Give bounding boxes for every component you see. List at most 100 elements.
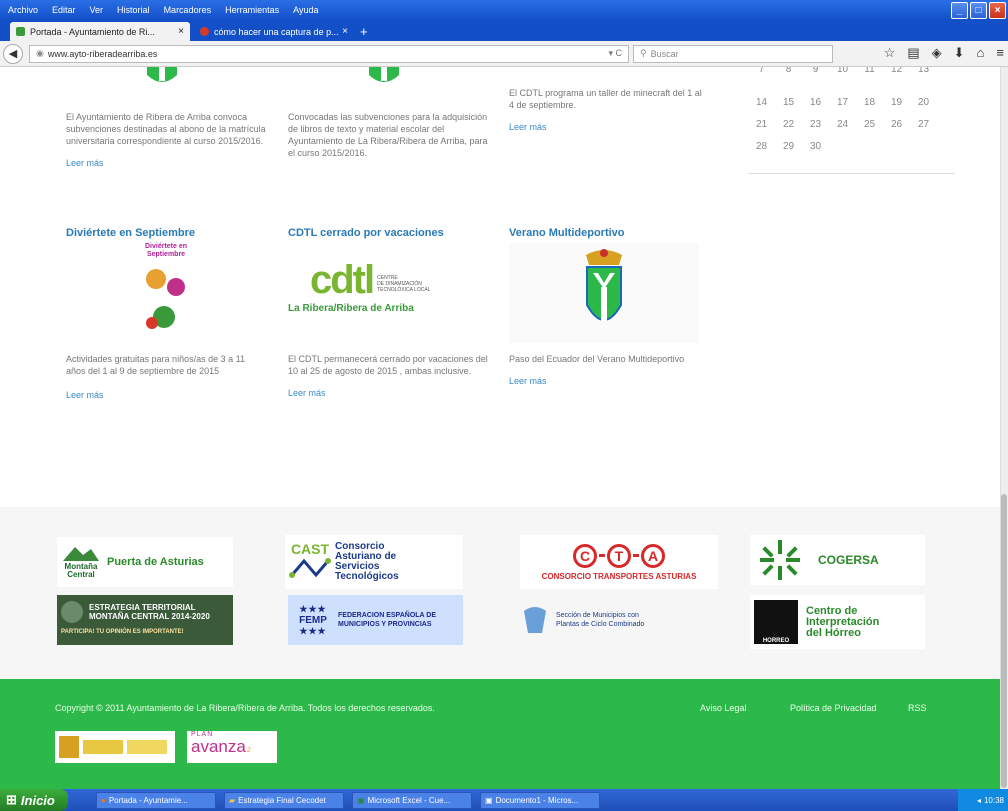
task-excel[interactable]: ▣ Microsoft Excel - Cue... bbox=[352, 791, 472, 809]
volume-icon[interactable]: ◂ bbox=[977, 796, 981, 805]
task-label: Estrategia Final Cecodet bbox=[238, 795, 326, 805]
calendar-day[interactable]: 29 bbox=[775, 141, 802, 152]
calendar-day[interactable]: 13 bbox=[910, 67, 937, 75]
logo-text: Interpretación bbox=[806, 615, 880, 628]
pocket-icon[interactable]: ◈ bbox=[932, 45, 942, 61]
task-folder[interactable]: ▰ Estrategia Final Cecodet bbox=[224, 791, 344, 809]
logo-text: MONTAÑA CENTRAL 2014-2020 bbox=[89, 612, 210, 621]
tab-close-icon[interactable]: × bbox=[342, 26, 348, 37]
close-icon[interactable]: × bbox=[989, 2, 1006, 19]
plan-avanza-logo[interactable]: PLAN avanza 2 bbox=[187, 731, 277, 763]
task-firefox[interactable]: ● Portada - Ayuntamie... bbox=[96, 791, 216, 809]
logo-text: CONSORCIO TRANSPORTES ASTURIAS bbox=[541, 571, 697, 581]
logo-text: PARTICIPA! TU OPINIÓN ES IMPORTANTE! bbox=[61, 629, 184, 635]
calendar-day[interactable]: 8 bbox=[775, 67, 802, 75]
menu-ver[interactable]: Ver bbox=[90, 5, 104, 15]
link-aviso-legal[interactable]: Aviso Legal bbox=[700, 703, 746, 713]
partner-femp[interactable]: ★★★ FEMP ★★★ FEDERACION ESPAÑOLA DE MUNI… bbox=[288, 595, 463, 645]
calendar-day[interactable]: 21 bbox=[748, 119, 775, 130]
toolbar-icons: ☆ ▤ ◈ ⬇ ⌂ ≡ bbox=[884, 45, 1004, 61]
calendar-day[interactable]: 19 bbox=[883, 97, 910, 108]
url-input[interactable]: ◉ www.ayto-riberadearriba.es ▾ C bbox=[29, 44, 629, 63]
task-word[interactable]: ▣ Documento1 - Micros... bbox=[480, 791, 600, 809]
partner-estrategia[interactable]: ESTRATEGIA TERRITORIAL MONTAÑA CENTRAL 2… bbox=[57, 595, 233, 645]
search-input[interactable]: ⚲ Buscar bbox=[633, 44, 833, 63]
home-icon[interactable]: ⌂ bbox=[977, 45, 985, 61]
calendar-day[interactable]: 17 bbox=[829, 97, 856, 108]
menu-herramientas[interactable]: Herramientas bbox=[225, 5, 279, 15]
gobierno-espana-logo[interactable] bbox=[55, 731, 175, 763]
calendar-day[interactable]: 10 bbox=[829, 67, 856, 75]
reload-icon[interactable]: ▾ C bbox=[608, 48, 622, 59]
maximize-icon[interactable]: □ bbox=[970, 2, 987, 19]
logo-text: ESTRATEGIA TERRITORIAL bbox=[89, 603, 196, 612]
mountain-logo-icon bbox=[63, 547, 99, 561]
post-text: El CDTL permanecerá cerrado por vacacion… bbox=[288, 354, 488, 376]
scrollbar-thumb[interactable] bbox=[1001, 494, 1007, 788]
tab-portada[interactable]: Portada - Ayuntamiento de Ri... × bbox=[10, 22, 190, 41]
partner-puerta-asturias[interactable]: Montaña Central Puerta de Asturias bbox=[57, 537, 233, 587]
bookmark-star-icon[interactable]: ☆ bbox=[884, 45, 896, 61]
logo-text: avanza bbox=[191, 737, 246, 756]
bookmarks-list-icon[interactable]: ▤ bbox=[907, 45, 919, 61]
logo-text: MUNICIPIOS Y PROVINCIAS bbox=[338, 621, 432, 628]
read-more-link[interactable]: Leer más bbox=[288, 387, 488, 399]
calendar-day[interactable]: 9 bbox=[802, 67, 829, 75]
calendar-day[interactable]: 15 bbox=[775, 97, 802, 108]
mountain-logo-icon bbox=[61, 601, 83, 623]
download-icon[interactable]: ⬇ bbox=[954, 45, 965, 61]
logo-text: cdtl bbox=[310, 258, 375, 302]
read-more-link[interactable]: Leer más bbox=[509, 375, 709, 387]
read-more-link[interactable]: Leer más bbox=[66, 157, 266, 169]
calendar-day[interactable]: 22 bbox=[775, 119, 802, 130]
calendar-day[interactable]: 27 bbox=[910, 119, 937, 130]
post-title[interactable]: CDTL cerrado por vacaciones bbox=[288, 227, 488, 239]
menu-ayuda[interactable]: Ayuda bbox=[293, 5, 318, 15]
partner-cogersa[interactable]: COGERSA bbox=[750, 535, 925, 585]
partner-cast[interactable]: CAST Consorcio Asturiano de Servicios Te… bbox=[285, 535, 463, 589]
calendar-day[interactable]: 28 bbox=[748, 141, 775, 152]
tab-label: cómo hacer una captura de p... bbox=[214, 26, 339, 37]
tab-captura[interactable]: cómo hacer una captura de p... × bbox=[194, 22, 354, 41]
calendar-day[interactable]: 25 bbox=[856, 119, 883, 130]
logo-letter: T bbox=[607, 543, 631, 568]
new-tab-icon[interactable]: + bbox=[360, 24, 368, 41]
partner-seccion-municipios[interactable]: Sección de Municipios con Plantas de Cic… bbox=[520, 595, 680, 645]
tab-close-icon[interactable]: × bbox=[178, 26, 184, 37]
partner-horreo[interactable]: HORREO Centro de Interpretación del Hórr… bbox=[750, 595, 925, 649]
calendar-day[interactable]: 24 bbox=[829, 119, 856, 130]
calendar-day[interactable]: 26 bbox=[883, 119, 910, 130]
link-rss[interactable]: RSS bbox=[908, 703, 927, 713]
back-arrow-icon[interactable]: ◀ bbox=[3, 43, 23, 64]
post-subvenciones-universidad: El Ayuntamiento de Ribera de Arriba conv… bbox=[66, 111, 266, 169]
read-more-link[interactable]: Leer más bbox=[66, 389, 266, 401]
calendar-day[interactable]: 16 bbox=[802, 97, 829, 108]
calendar-day[interactable]: 20 bbox=[910, 97, 937, 108]
start-button[interactable]: ⊞ Inicio bbox=[0, 789, 68, 811]
menu-archivo[interactable]: Archivo bbox=[8, 5, 38, 15]
calendar-day[interactable]: 23 bbox=[802, 119, 829, 130]
globe-icon: ◉ bbox=[36, 48, 44, 58]
post-title[interactable]: Verano Multideportivo bbox=[509, 227, 709, 239]
calendar-day[interactable]: 14 bbox=[748, 97, 775, 108]
calendar-day[interactable]: 11 bbox=[856, 67, 883, 75]
calendar-day[interactable]: 18 bbox=[856, 97, 883, 108]
menu-hamburger-icon[interactable]: ≡ bbox=[996, 45, 1004, 61]
menu-editar[interactable]: Editar bbox=[52, 5, 76, 15]
partner-cta[interactable]: C T A CONSORCIO TRANSPORTES ASTURIAS bbox=[520, 535, 718, 589]
menu-historial[interactable]: Historial bbox=[117, 5, 150, 15]
menu-bar: Archivo Editar Ver Historial Marcadores … bbox=[0, 0, 1008, 20]
menu-marcadores[interactable]: Marcadores bbox=[164, 5, 212, 15]
horreo-logo: HORREO bbox=[754, 600, 798, 644]
calendar-day[interactable]: 7 bbox=[748, 67, 775, 75]
read-more-link[interactable]: Leer más bbox=[509, 121, 709, 133]
link-privacidad[interactable]: Política de Privacidad bbox=[790, 703, 877, 713]
calendar-day[interactable]: 30 bbox=[802, 141, 829, 152]
minimize-icon[interactable]: _ bbox=[951, 2, 968, 19]
calendar-day[interactable]: 12 bbox=[883, 67, 910, 75]
logo-letter: A bbox=[641, 543, 665, 568]
post-title[interactable]: Diviértete en Septiembre bbox=[66, 227, 266, 239]
favicon-icon bbox=[16, 27, 25, 36]
logo-text: Central bbox=[67, 570, 95, 579]
page-viewport: El Ayuntamiento de Ribera de Arriba conv… bbox=[0, 67, 1000, 789]
